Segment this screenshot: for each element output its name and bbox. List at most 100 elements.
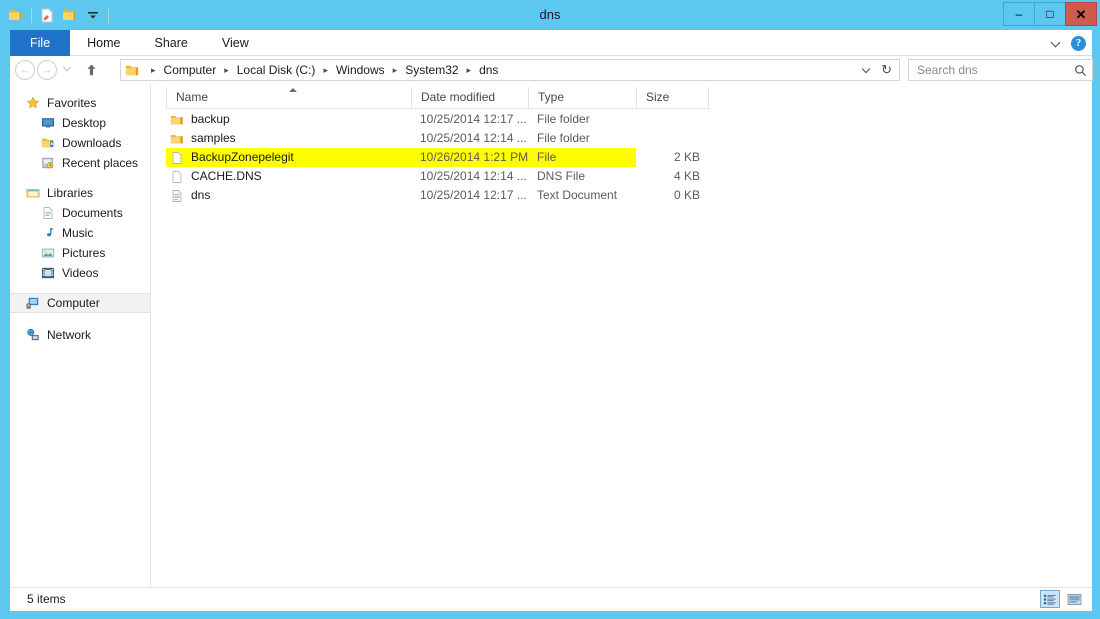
explorer-content: Favorites Desktop Downloads Recent place… <box>10 84 1092 587</box>
sidebar-label-favorites: Favorites <box>47 96 97 110</box>
sidebar-item-desktop[interactable]: Desktop <box>10 113 150 133</box>
nav-group-network: Network <box>10 325 150 345</box>
path-folder-icon <box>125 63 140 78</box>
breadcrumb-separator-2: ▸ <box>323 64 328 75</box>
column-header-date-modified[interactable]: Date modified <box>411 87 528 109</box>
maximize-icon: □ <box>1046 7 1054 21</box>
file-name: BackupZonepelegit <box>191 150 294 164</box>
cell-name: backup <box>166 110 411 129</box>
previous-locations-chevron-down-icon[interactable] <box>863 66 872 75</box>
status-bar: 5 items <box>10 587 1092 611</box>
cell-type: DNS File <box>537 169 586 183</box>
sidebar-item-videos[interactable]: Videos <box>10 263 150 283</box>
text-document-icon <box>169 188 185 204</box>
search-box[interactable] <box>908 59 1093 81</box>
breadcrumb-separator-0: ▸ <box>151 64 156 75</box>
table-row[interactable]: samples 10/25/2014 12:14 ... File folder <box>166 129 1086 148</box>
column-header-type[interactable]: Type <box>528 87 636 109</box>
sidebar-label-computer: Computer <box>47 296 100 310</box>
cell-date-modified: 10/25/2014 12:17 ... <box>420 188 527 202</box>
sidebar-item-recent-places[interactable]: Recent places <box>10 153 150 173</box>
table-row[interactable]: dns 10/25/2014 12:17 ... Text Document 0… <box>166 186 1086 205</box>
sidebar-label-recent-places: Recent places <box>62 156 139 170</box>
column-header-name[interactable]: Name <box>166 87 411 109</box>
ribbon-tabs: File Home Share View <box>10 30 266 56</box>
cell-size <box>636 129 709 148</box>
file-name: backup <box>191 112 230 126</box>
sidebar-item-downloads[interactable]: Downloads <box>10 133 150 153</box>
sidebar-item-favorites[interactable]: Favorites <box>10 93 150 113</box>
breadcrumb-item-windows[interactable]: Windows <box>334 63 387 77</box>
nav-group-libraries: Libraries Documents Music Pictures Video… <box>10 183 150 283</box>
file-list-pane[interactable]: Name Date modified Type Size backup 10/2… <box>151 84 1092 587</box>
tab-view[interactable]: View <box>205 30 266 56</box>
breadcrumb-item-computer[interactable]: Computer <box>162 63 219 77</box>
tab-file[interactable]: File <box>10 30 71 56</box>
ribbon-right-controls: ? <box>1051 30 1086 56</box>
table-row-highlighted[interactable]: BackupZonepelegit 10/26/2014 1:21 PM Fil… <box>166 148 1086 167</box>
refresh-icon[interactable]: ↻ <box>881 62 892 78</box>
document-icon <box>40 205 56 221</box>
star-icon <box>25 95 41 111</box>
desktop-icon <box>40 115 56 131</box>
sidebar-item-libraries[interactable]: Libraries <box>10 183 150 203</box>
sidebar-item-computer[interactable]: Computer <box>10 293 150 313</box>
sidebar-item-documents[interactable]: Documents <box>10 203 150 223</box>
sidebar-label-network: Network <box>47 328 92 342</box>
cell-name: dns <box>166 186 411 205</box>
nav-group-computer: Computer <box>10 293 150 313</box>
search-input[interactable] <box>909 62 1074 78</box>
breadcrumb-item-system32[interactable]: System32 <box>403 63 460 77</box>
help-icon[interactable]: ? <box>1071 35 1086 51</box>
cell-date-modified: 10/25/2014 12:14 ... <box>420 131 527 145</box>
breadcrumb-right-controls: ↻ <box>863 62 899 78</box>
maximize-button[interactable]: □ <box>1034 2 1066 26</box>
cell-size: 0 KB <box>673 188 700 202</box>
breadcrumb-item-dns[interactable]: dns <box>477 63 500 77</box>
details-view-button[interactable] <box>1040 590 1060 608</box>
cell-type: File folder <box>537 131 590 145</box>
cell-date-modified: 10/26/2014 1:21 PM <box>411 148 528 167</box>
sidebar-item-pictures[interactable]: Pictures <box>10 243 150 263</box>
sidebar-label-libraries: Libraries <box>47 186 94 200</box>
window-title: dns <box>539 7 561 22</box>
file-rows: backup 10/25/2014 12:17 ... File folder <box>166 110 1086 205</box>
tab-share[interactable]: Share <box>138 30 205 56</box>
sidebar-label-music: Music <box>62 226 94 240</box>
cell-size: 4 KB <box>673 169 700 183</box>
tab-home[interactable]: Home <box>70 30 137 56</box>
large-icons-view-button[interactable] <box>1064 590 1084 608</box>
back-button[interactable]: ← <box>15 60 35 80</box>
minimize-icon: – <box>1015 7 1023 21</box>
column-headers: Name Date modified Type Size <box>166 87 709 109</box>
minimize-button[interactable]: – <box>1003 2 1035 26</box>
title-bar: dns – □ ✕ <box>0 0 1100 30</box>
table-row[interactable]: CACHE.DNS 10/25/2014 12:14 ... DNS File … <box>166 167 1086 186</box>
table-row[interactable]: backup 10/25/2014 12:17 ... File folder <box>166 110 1086 129</box>
file-name: dns <box>191 188 211 202</box>
sidebar-label-pictures: Pictures <box>62 246 106 260</box>
cell-type: File folder <box>537 112 590 126</box>
sidebar-item-network[interactable]: Network <box>10 325 150 345</box>
blank-file-icon <box>169 169 185 185</box>
blank-file-icon <box>169 150 185 166</box>
navigation-pane[interactable]: Favorites Desktop Downloads Recent place… <box>10 84 151 587</box>
window-controls: – □ ✕ <box>1003 2 1097 26</box>
column-header-name-label: Name <box>176 90 209 104</box>
search-icon[interactable] <box>1074 64 1094 77</box>
file-name: samples <box>191 131 236 145</box>
column-header-size[interactable]: Size <box>636 87 709 109</box>
sidebar-item-music[interactable]: Music <box>10 223 150 243</box>
sort-ascending-icon <box>289 88 297 92</box>
item-count-label: 5 items <box>27 592 66 606</box>
breadcrumb-bar[interactable]: ▸ Computer ▸ Local Disk (C:) ▸ Windows ▸… <box>120 59 900 81</box>
forward-button[interactable]: → <box>37 60 57 80</box>
address-bar: ← → ▸ Computer ▸ Local Disk (C:) ▸ Windo… <box>10 56 1093 84</box>
close-button[interactable]: ✕ <box>1065 2 1097 26</box>
computer-icon <box>25 295 41 311</box>
expand-ribbon-chevron-down-icon[interactable] <box>1051 38 1062 49</box>
up-button[interactable] <box>81 60 101 80</box>
view-buttons <box>1040 590 1084 608</box>
recent-locations-chevron-down-icon[interactable] <box>59 60 75 80</box>
breadcrumb-item-local-disk[interactable]: Local Disk (C:) <box>235 63 318 77</box>
